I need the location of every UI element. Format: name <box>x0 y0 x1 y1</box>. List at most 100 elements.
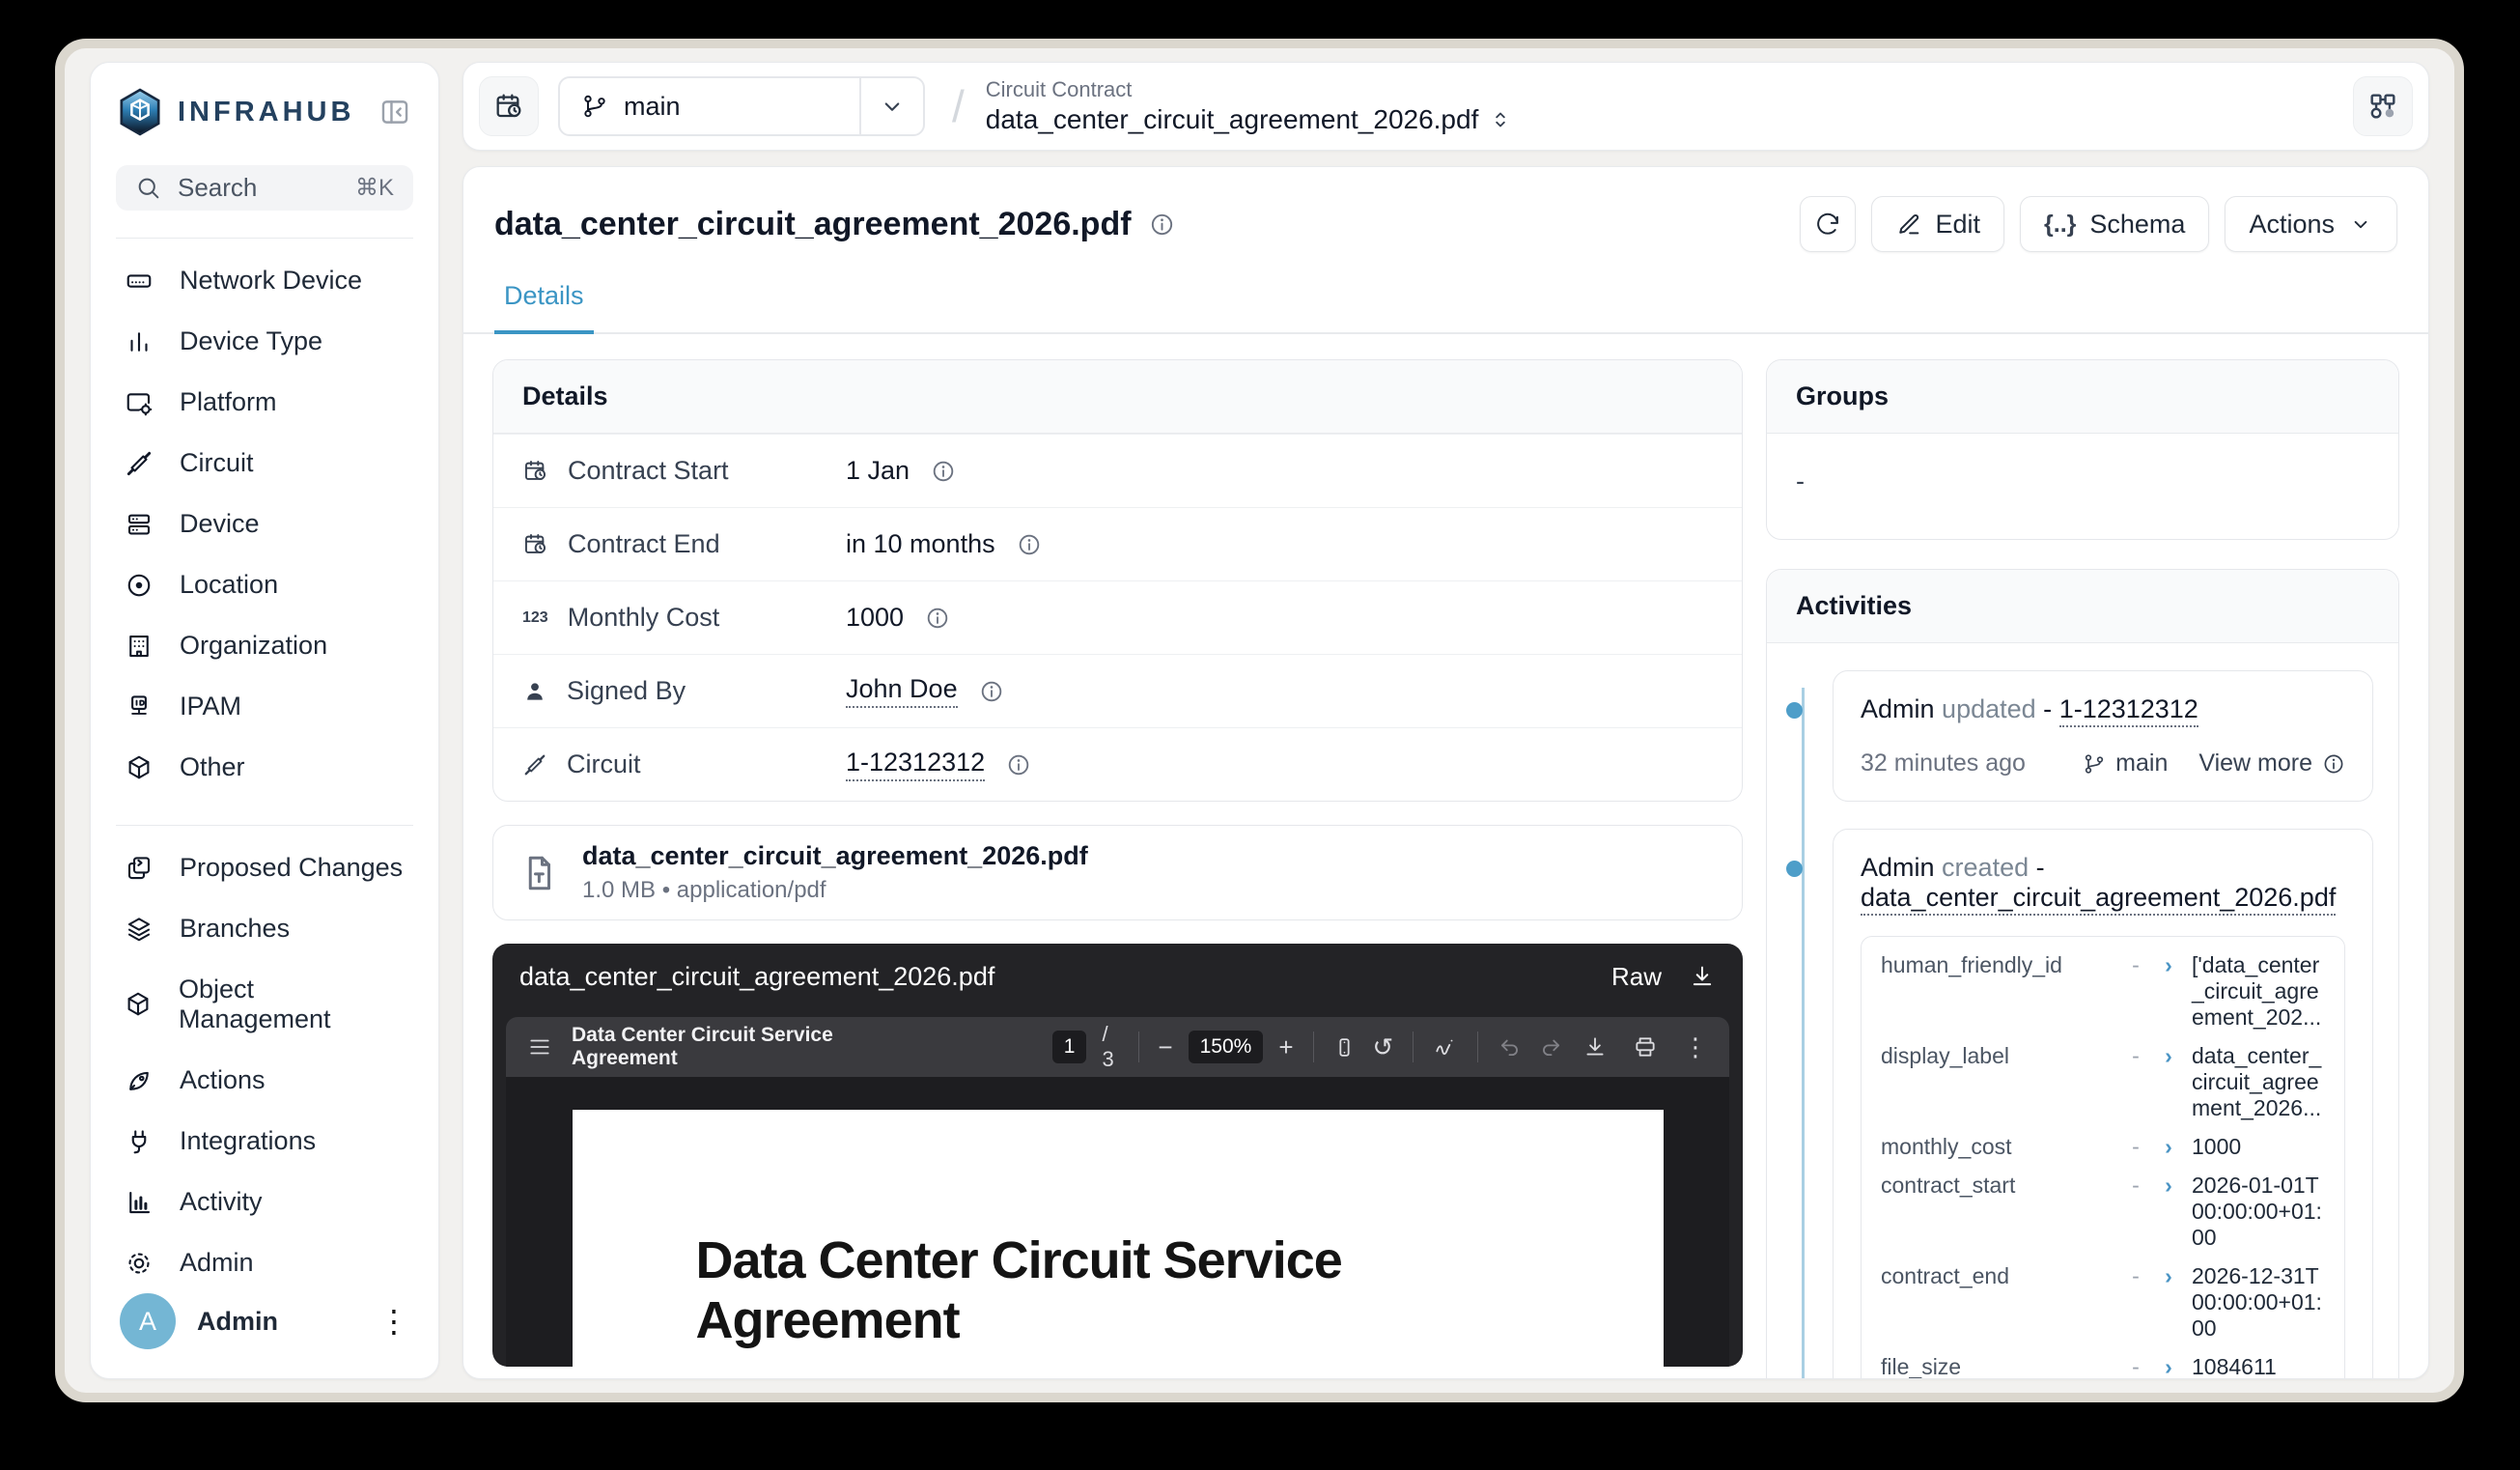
file-attachment[interactable]: data_center_circuit_agreement_2026.pdf 1… <box>492 825 1743 920</box>
sidebar-nav-primary: Network Device Device Type Platform Circ… <box>116 250 413 798</box>
user-menu-icon[interactable]: ⋮ <box>378 1303 409 1340</box>
sidebar-item-actions[interactable]: Actions <box>116 1050 413 1111</box>
groups-empty-value: - <box>1767 434 2398 539</box>
detail-row-contract-end: Contract End in 10 months <box>493 507 1742 580</box>
sidebar-item-location[interactable]: Location <box>116 554 413 615</box>
activity-verb: created <box>1942 853 2029 882</box>
sidebar-item-label: Other <box>180 752 245 782</box>
print-icon[interactable] <box>1633 1034 1658 1060</box>
sidebar-item-organization[interactable]: Organization <box>116 615 413 676</box>
calendar-clock-icon <box>522 531 548 557</box>
sidebar-item-activity[interactable]: Activity <box>116 1172 413 1232</box>
redo-icon[interactable] <box>1538 1034 1563 1060</box>
page-number-input[interactable]: 1 <box>1052 1031 1087 1063</box>
avatar[interactable]: A <box>120 1293 176 1349</box>
circuit-link[interactable]: 1-12312312 <box>846 748 985 781</box>
divider <box>1477 1032 1478 1062</box>
schedule-button[interactable] <box>479 76 539 136</box>
activity-target-link[interactable]: 1-12312312 <box>2059 694 2198 727</box>
more-options-icon[interactable]: ⋮ <box>1683 1034 1708 1060</box>
sidebar-item-integrations[interactable]: Integrations <box>116 1111 413 1172</box>
sidebar-item-label: IPAM <box>180 692 241 721</box>
sidebar-item-device[interactable]: Device <box>116 494 413 554</box>
branch-selector[interactable]: main <box>558 76 925 136</box>
detail-label: Monthly Cost <box>568 603 720 633</box>
activity-target-link[interactable]: data_center_circuit_agreement_2026.pdf <box>1861 883 2336 916</box>
raw-link[interactable]: Raw <box>1611 962 1662 992</box>
calendar-clock-icon <box>522 458 548 484</box>
sidebar-item-network-device[interactable]: Network Device <box>116 250 413 311</box>
activity-properties: human_friendly_id-›['data_center_circuit… <box>1861 936 2345 1379</box>
sidebar-item-other[interactable]: Other <box>116 737 413 798</box>
ip-network-icon <box>124 693 154 721</box>
server-icon <box>124 510 154 539</box>
activity-verb: updated <box>1942 694 2036 723</box>
menu-icon[interactable] <box>527 1034 552 1060</box>
collapse-sidebar-icon[interactable] <box>378 96 411 128</box>
sidebar-item-label: Integrations <box>180 1126 316 1156</box>
detail-label: Signed By <box>567 676 686 706</box>
rotate-icon[interactable]: ↺ <box>1372 1034 1393 1060</box>
sidebar-item-device-type[interactable]: Device Type <box>116 311 413 372</box>
fit-page-icon[interactable] <box>1332 1035 1357 1060</box>
view-more-link[interactable]: View more <box>2198 749 2345 777</box>
pdf-toolbar: Data Center Circuit Service Agreement 1 … <box>506 1017 1729 1077</box>
zoom-level[interactable]: 150% <box>1189 1031 1264 1063</box>
info-icon[interactable] <box>931 459 956 484</box>
tab-details[interactable]: Details <box>494 281 594 334</box>
detail-row-circuit: Circuit 1-12312312 <box>493 727 1742 801</box>
selector-updown-icon[interactable] <box>1488 107 1513 132</box>
info-icon[interactable] <box>925 606 950 631</box>
sidebar-item-object-management[interactable]: Object Management <box>116 959 413 1050</box>
info-icon[interactable] <box>1017 532 1042 557</box>
sidebar-item-label: Location <box>180 570 278 600</box>
signed-by-link[interactable]: John Doe <box>846 674 958 708</box>
layers-icon <box>124 915 154 944</box>
info-icon[interactable] <box>1006 752 1031 777</box>
person-icon <box>522 679 547 704</box>
sidebar-item-branches[interactable]: Branches <box>116 898 413 959</box>
building-icon <box>124 632 154 661</box>
number-123-icon: 123 <box>522 609 548 627</box>
edit-button[interactable]: Edit <box>1871 196 2005 252</box>
topbar: main / Circuit Contract data_center_circ… <box>462 62 2429 151</box>
draw-icon[interactable] <box>1433 1034 1458 1060</box>
pdf-viewer: data_center_circuit_agreement_2026.pdf R… <box>492 944 1743 1367</box>
search-input[interactable]: Search ⌘K <box>116 165 413 211</box>
graph-view-button[interactable] <box>2353 76 2413 136</box>
left-column: Details Contract Start 1 Jan <box>492 359 1743 1367</box>
sidebar-item-label: Device Type <box>180 326 322 356</box>
download-icon[interactable] <box>1689 963 1716 990</box>
sidebar-item-platform[interactable]: Platform <box>116 372 413 433</box>
info-icon[interactable] <box>979 679 1004 704</box>
activity-branch[interactable]: main <box>2083 749 2168 777</box>
zoom-out-button[interactable]: − <box>1158 1034 1172 1060</box>
breadcrumb[interactable]: Circuit Contract data_center_circuit_agr… <box>986 77 1514 135</box>
pencil-icon <box>1895 211 1922 238</box>
node-graph-icon <box>2366 90 2399 123</box>
detail-value: in 10 months <box>846 529 995 559</box>
divider <box>1138 1032 1139 1062</box>
sidebar-item-proposed-changes[interactable]: Proposed Changes <box>116 837 413 898</box>
sidebar-item-admin[interactable]: Admin <box>116 1232 413 1293</box>
zoom-in-button[interactable]: + <box>1278 1034 1293 1060</box>
download-icon[interactable] <box>1582 1034 1608 1060</box>
user-name: Admin <box>197 1307 278 1337</box>
undo-icon[interactable] <box>1498 1034 1523 1060</box>
sidebar-nav-secondary: Proposed Changes Branches Object Managem… <box>116 837 413 1293</box>
pdf-doc-title: Data Center Circuit Service Agreement <box>572 1024 908 1070</box>
change-request-icon <box>124 854 154 883</box>
right-column: Groups - Activities Admin updated - <box>1766 359 2399 1367</box>
schema-button[interactable]: {..} Schema <box>2020 196 2209 252</box>
info-icon[interactable] <box>1149 212 1175 238</box>
refresh-button[interactable] <box>1800 196 1856 252</box>
branch-chevron <box>859 78 923 134</box>
chevron-down-icon <box>2348 212 2373 237</box>
sidebar-item-label: Platform <box>180 387 277 417</box>
pdf-canvas[interactable]: Data Center Circuit Service Agreement Th… <box>506 1077 1729 1367</box>
actions-button[interactable]: Actions <box>2225 196 2397 252</box>
sidebar-item-ipam[interactable]: IPAM <box>116 676 413 737</box>
app-window: INFRAHUB Search ⌘K Network Device <box>55 39 2464 1402</box>
sidebar-item-circuit[interactable]: Circuit <box>116 433 413 494</box>
target-icon <box>124 571 154 600</box>
